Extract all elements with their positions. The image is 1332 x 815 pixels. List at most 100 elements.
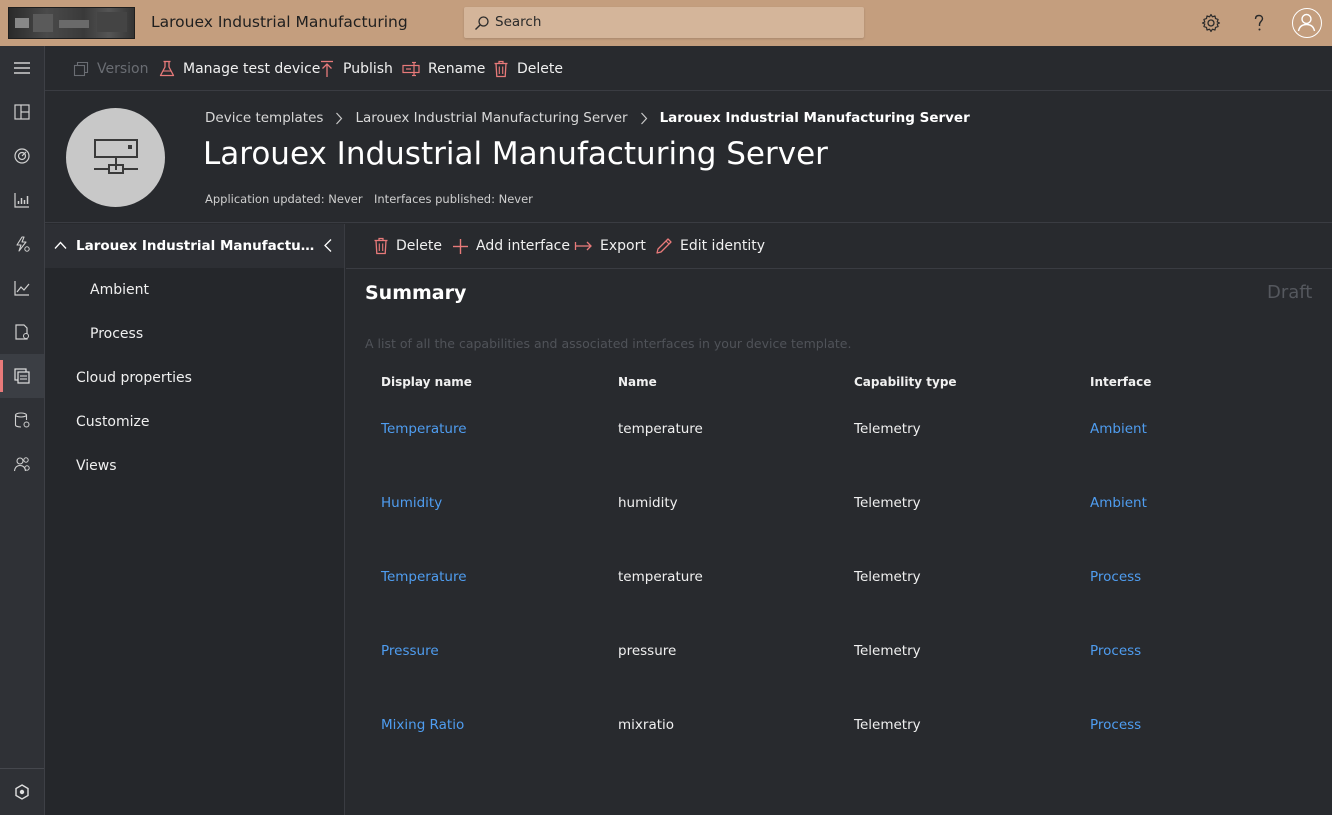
capability-display-name-link[interactable]: Pressure [381,643,439,659]
column-header-interface[interactable]: Interface [1090,375,1151,389]
manage-test-device-button[interactable]: Manage test device [159,58,320,80]
top-bar: Larouex Industrial Manufacturing Search [0,0,1332,46]
capability-display-name-link[interactable]: Humidity [381,495,442,511]
template-tree-panel: Larouex Industrial Manufacturing Server … [45,224,345,815]
export-arrow-icon [574,241,592,251]
summary-description: A list of all the capabilities and assoc… [365,336,852,351]
rules-icon [16,236,30,252]
nav-rules[interactable] [0,222,44,266]
page-title: Larouex Industrial Manufacturing Server [203,136,828,172]
hamburger-icon [14,62,30,74]
publish-label: Publish [343,61,393,77]
chevron-right-icon [335,112,343,125]
nav-data-export[interactable] [0,398,44,442]
add-interface-label: Add interface [476,238,570,254]
capability-display-name-link[interactable]: Temperature [381,421,467,437]
column-header-name[interactable]: Name [618,375,657,389]
draft-status-label: Draft [1267,282,1313,303]
capability-display-name-link[interactable]: Mixing Ratio [381,717,464,733]
capability-name: temperature [618,421,703,437]
tree-item-customize[interactable]: Customize [76,414,150,430]
trash-icon [494,60,508,78]
nav-divider [0,768,44,769]
edit-identity-button[interactable]: Edit identity [655,235,765,257]
line-chart-icon [14,281,30,296]
breadcrumb-current: Larouex Industrial Manufacturing Server [659,110,970,126]
user-icon [1297,13,1316,32]
app-logo[interactable] [8,7,135,39]
search-box[interactable]: Search [464,7,864,38]
column-header-capability-type[interactable]: Capability type [854,375,957,389]
tree-item-ambient[interactable]: Ambient [90,282,149,298]
capability-name: mixratio [618,717,675,733]
collapse-panel-icon[interactable] [323,238,333,253]
interface-link[interactable]: Ambient [1090,495,1147,511]
gauge-icon [14,148,30,164]
server-icon [93,138,138,174]
tree-item-process[interactable]: Process [90,326,143,342]
chevron-up-icon[interactable] [54,241,67,250]
hamburger-menu-button[interactable] [0,46,44,90]
nav-device-templates[interactable] [0,354,44,398]
interface-link[interactable]: Process [1090,717,1141,733]
capability-name: pressure [618,643,677,659]
tree-root-item[interactable]: Larouex Industrial Manufacturing Server [45,224,344,268]
add-interface-button[interactable]: Add interface [452,235,570,257]
application-updated-text: Application updated: Never [205,192,363,206]
tree-root-label: Larouex Industrial Manufacturing Server [76,238,319,254]
breadcrumb-device-templates[interactable]: Device templates [205,110,323,126]
interface-link[interactable]: Process [1090,643,1141,659]
publish-button[interactable]: Publish [319,58,393,80]
capability-display-name-link[interactable]: Temperature [381,569,467,585]
manage-test-device-label: Manage test device [183,61,321,77]
column-header-display-name[interactable]: Display name [381,375,472,389]
capability-type: Telemetry [854,643,921,659]
interfaces-published-text: Interfaces published: Never [374,192,533,206]
capability-type: Telemetry [854,569,921,585]
version-button[interactable]: Version [73,58,148,80]
nav-device-groups[interactable] [0,178,44,222]
people-icon [13,457,30,472]
user-avatar[interactable] [1292,8,1322,38]
rename-button[interactable]: Rename [402,58,485,80]
rename-icon [402,61,420,77]
breadcrumb: Device templates Larouex Industrial Manu… [205,110,970,126]
delete-template-button[interactable]: Delete [493,58,563,80]
trash-icon [374,237,388,255]
breadcrumb-template[interactable]: Larouex Industrial Manufacturing Server [355,110,627,126]
bar-chart-icon [14,193,29,208]
pencil-icon [656,238,672,254]
interface-link[interactable]: Process [1090,569,1141,585]
tree-item-views[interactable]: Views [76,458,117,474]
data-export-icon [14,412,30,428]
nav-dashboard[interactable] [0,90,44,134]
delete-interface-button[interactable]: Delete [373,235,442,257]
capability-type: Telemetry [854,495,921,511]
nav-jobs[interactable] [0,310,44,354]
capability-type: Telemetry [854,717,921,733]
search-icon [475,16,489,30]
dashboard-icon [14,104,30,120]
summary-title: Summary [365,282,467,304]
nav-iot-central[interactable] [0,770,44,814]
search-placeholder: Search [495,14,542,30]
rename-label: Rename [428,61,486,77]
interface-link[interactable]: Ambient [1090,421,1147,437]
device-template-avatar [66,108,165,207]
nav-analytics[interactable] [0,266,44,310]
tree-item-cloud-properties[interactable]: Cloud properties [76,370,192,386]
app-title: Larouex Industrial Manufacturing [151,13,408,31]
device-templates-icon [14,368,30,384]
delete-template-label: Delete [517,61,563,77]
nav-administration[interactable] [0,442,44,486]
capability-type: Telemetry [854,421,921,437]
plus-icon [453,238,468,254]
export-button[interactable]: Export [574,235,646,257]
left-nav [0,46,45,815]
interface-command-bar: Delete Add interface Export Edit identit… [346,224,1332,269]
settings-gear-icon[interactable] [1199,11,1223,35]
export-label: Export [600,238,646,254]
nav-devices[interactable] [0,134,44,178]
delete-interface-label: Delete [396,238,442,254]
help-icon[interactable] [1247,11,1271,35]
